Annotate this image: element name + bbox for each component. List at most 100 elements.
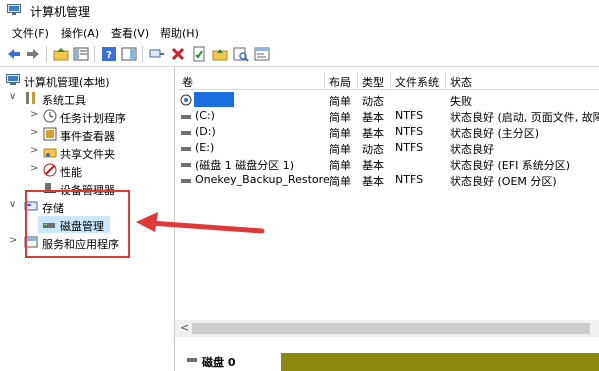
volume-layout: 简单 [329, 127, 351, 140]
drive-icon [181, 131, 191, 135]
volume-type: 基本 [362, 111, 384, 124]
column-header-filesystem[interactable]: 文件系统 [391, 72, 446, 90]
svg-text:?: ? [106, 50, 112, 61]
volume-filesystem: NTFS [395, 125, 424, 138]
event-viewer-icon [43, 127, 57, 141]
volume-name: Onekey_Backup_Restore [195, 173, 330, 186]
disk-partition-bar[interactable] [281, 353, 599, 371]
tree-item-event-viewer[interactable]: > 事件查看器 [0, 126, 174, 143]
annotation-highlight-box [25, 190, 130, 258]
table-row[interactable]: (磁盘 1 磁盘分区 1) 简单 基本 状态良好 (EFI 系统分区) [175, 156, 599, 172]
volume-status: 状态良好 (EFI 系统分区) [450, 159, 571, 172]
chevron-right-icon[interactable]: > [9, 235, 17, 246]
table-row[interactable]: (C:) 简单 基本 NTFS 状态良好 (启动, 页面文件, 故障转 [175, 108, 599, 124]
window-title: 计算机管理 [30, 5, 91, 19]
table-row[interactable]: (D:) 简单 基本 NTFS 状态良好 (主分区) [175, 124, 599, 140]
column-header-type[interactable]: 类型 [358, 72, 391, 90]
volume-filesystem: NTFS [395, 141, 424, 154]
scrollbar-thumb[interactable] [192, 323, 590, 334]
column-header-volume[interactable]: 卷 [178, 72, 325, 90]
disk-icon [187, 358, 197, 362]
volume-status: 状态良好 (启动, 页面文件, 故障转 [450, 111, 599, 124]
volume-layout: 简单 [329, 159, 351, 172]
volume-type: 基本 [362, 127, 384, 140]
volume-list-pane: 卷 布局 类型 文件系统 状态 简单 动态 失败 (C:) 简单 基本 NTFS… [175, 67, 599, 371]
menu-file[interactable]: 文件(F) [12, 25, 49, 41]
chevron-right-icon[interactable]: > [30, 163, 38, 174]
delete-icon[interactable] [170, 46, 186, 62]
volume-layout: 简单 [329, 175, 351, 188]
tree-item-system-tools[interactable]: ∨ 系统工具 [0, 90, 174, 107]
volume-name: (E:) [195, 141, 215, 154]
drive-icon [181, 163, 191, 167]
redacted-volume-name [194, 92, 234, 107]
volume-status: 状态良好 (OEM 分区) [450, 175, 557, 188]
show-pane-icon[interactable] [121, 46, 137, 62]
volume-type: 动态 [362, 95, 384, 108]
menu-view[interactable]: 查看(V) [111, 25, 149, 41]
drive-icon [181, 179, 191, 183]
tree-item-label: 计算机管理(本地) [24, 76, 110, 89]
toolbar-separator [94, 46, 95, 62]
computer-management-icon [6, 74, 20, 85]
title-bar: 计算机管理 [0, 0, 599, 22]
table-row[interactable]: (E:) 简单 动态 NTFS 状态良好 [175, 140, 599, 156]
connect-icon[interactable] [149, 46, 165, 62]
chevron-right-icon[interactable]: > [30, 127, 38, 138]
volume-type: 基本 [362, 159, 384, 172]
volume-type: 基本 [362, 175, 384, 188]
tree-item-shared-folders[interactable]: > 共享文件夹 [0, 144, 174, 161]
volume-layout: 简单 [329, 95, 351, 108]
chevron-down-icon[interactable]: ∨ [9, 91, 16, 102]
volume-name: (D:) [195, 125, 216, 138]
forward-icon[interactable] [25, 46, 41, 62]
drive-icon [181, 147, 191, 151]
performance-icon [43, 163, 57, 177]
table-row[interactable]: 简单 动态 失败 [175, 92, 599, 108]
volume-status: 状态良好 (主分区) [450, 127, 540, 140]
toolbar-separator [46, 46, 47, 62]
volume-layout: 简单 [329, 111, 351, 124]
tree-item-performance[interactable]: > 性能 [0, 162, 174, 179]
volume-filesystem: NTFS [395, 109, 424, 122]
tree-item-label: 共享文件夹 [60, 148, 115, 161]
disk-layout-area: 磁盘 0 [175, 345, 599, 371]
search-icon[interactable] [233, 46, 249, 62]
tree-item-root[interactable]: 计算机管理(本地) [0, 72, 174, 89]
computer-management-icon [7, 4, 21, 15]
properties-icon[interactable] [191, 46, 207, 62]
menu-bar: 文件(F) 操作(A) 查看(V) 帮助(H) [0, 22, 599, 42]
tree-item-task-scheduler[interactable]: > 任务计划程序 [0, 108, 174, 125]
menu-action[interactable]: 操作(A) [61, 25, 99, 41]
volume-name: (C:) [195, 109, 215, 122]
back-icon[interactable] [6, 46, 22, 62]
tools-icon [26, 92, 35, 104]
volume-name: (磁盘 1 磁盘分区 1) [195, 159, 295, 172]
table-row[interactable]: Onekey_Backup_Restore 简单 基本 NTFS 状态良好 (O… [175, 172, 599, 188]
scroll-left-icon[interactable]: < [180, 321, 189, 334]
column-header-layout[interactable]: 布局 [325, 72, 358, 90]
tree-item-label: 任务计划程序 [60, 112, 126, 125]
show-tree-icon[interactable] [73, 46, 89, 62]
help-icon[interactable]: ? [101, 46, 117, 62]
volume-status: 状态良好 [450, 143, 494, 156]
column-header-status[interactable]: 状态 [446, 72, 599, 90]
tree-item-label: 性能 [60, 166, 82, 179]
dynamic-volume-icon [180, 94, 192, 106]
chevron-right-icon[interactable]: > [30, 145, 38, 156]
up-folder-icon[interactable] [53, 46, 69, 62]
volume-status: 失败 [450, 95, 472, 108]
horizontal-scrollbar[interactable]: < [175, 320, 599, 337]
shared-folder-icon [43, 148, 57, 158]
disk-label: 磁盘 0 [202, 356, 236, 369]
chevron-down-icon[interactable]: ∨ [9, 199, 16, 210]
chevron-right-icon[interactable]: > [30, 109, 38, 120]
toolbar: ? [0, 42, 599, 67]
folder-up-icon[interactable] [212, 46, 228, 62]
tree-item-label: 系统工具 [42, 94, 86, 107]
clock-icon [43, 109, 57, 123]
tree-item-label: 事件查看器 [60, 130, 115, 143]
menu-help[interactable]: 帮助(H) [160, 25, 199, 41]
console-icon[interactable] [254, 46, 270, 62]
volume-layout: 简单 [329, 143, 351, 156]
